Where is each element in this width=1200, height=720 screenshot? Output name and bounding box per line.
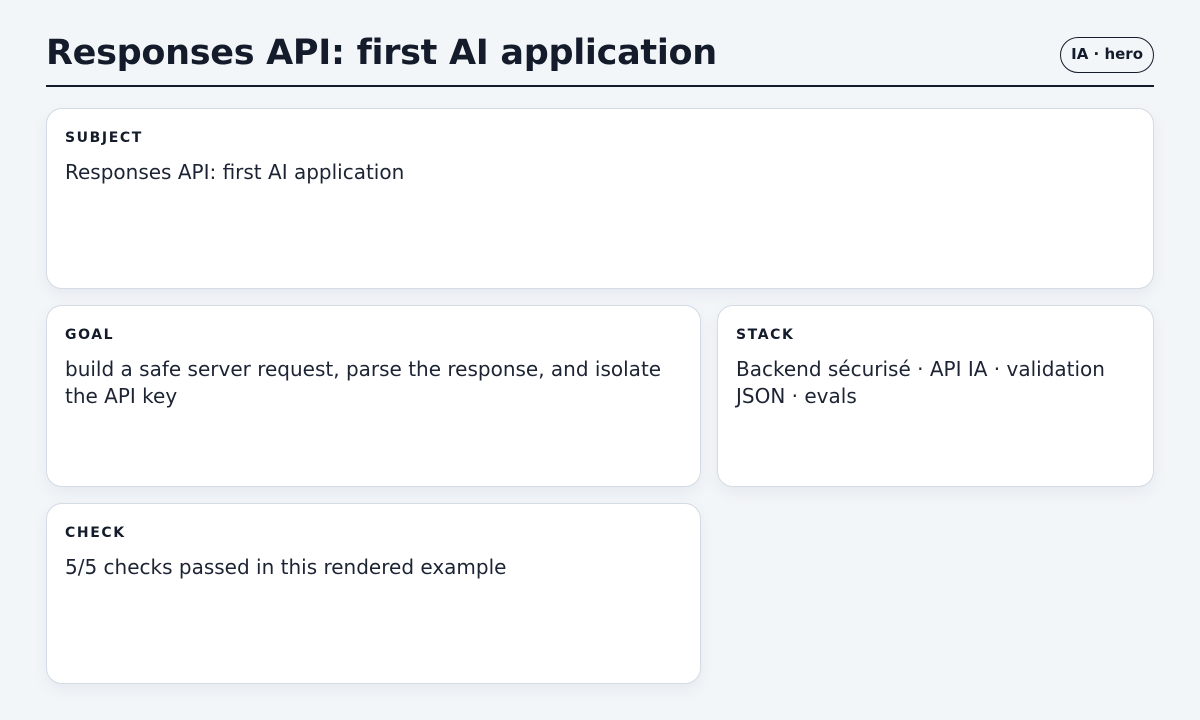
subject-label: SUBJECT [65, 130, 143, 146]
subject-card: SUBJECT Responses API: first AI applicat… [46, 108, 1154, 289]
page-title: Responses API: first AI application [46, 33, 717, 73]
subject-value: Responses API: first AI application [65, 160, 405, 184]
page-header: Responses API: first AI application IA ·… [46, 30, 1154, 87]
check-value: 5/5 checks passed in this rendered examp… [65, 555, 507, 579]
check-card: CHECK 5/5 checks passed in this rendered… [46, 503, 701, 684]
stack-label: STACK [736, 327, 795, 343]
stack-card: STACK Backend sécurisé · API IA · valida… [717, 305, 1154, 487]
goal-label: GOAL [65, 327, 115, 343]
stack-value: Backend sécurisé · API IA · validation J… [736, 357, 1105, 408]
category-badge: IA · hero [1060, 37, 1154, 73]
goal-card: GOAL build a safe server request, parse … [46, 305, 701, 487]
check-label: CHECK [65, 525, 126, 541]
goal-value: build a safe server request, parse the r… [65, 357, 662, 408]
